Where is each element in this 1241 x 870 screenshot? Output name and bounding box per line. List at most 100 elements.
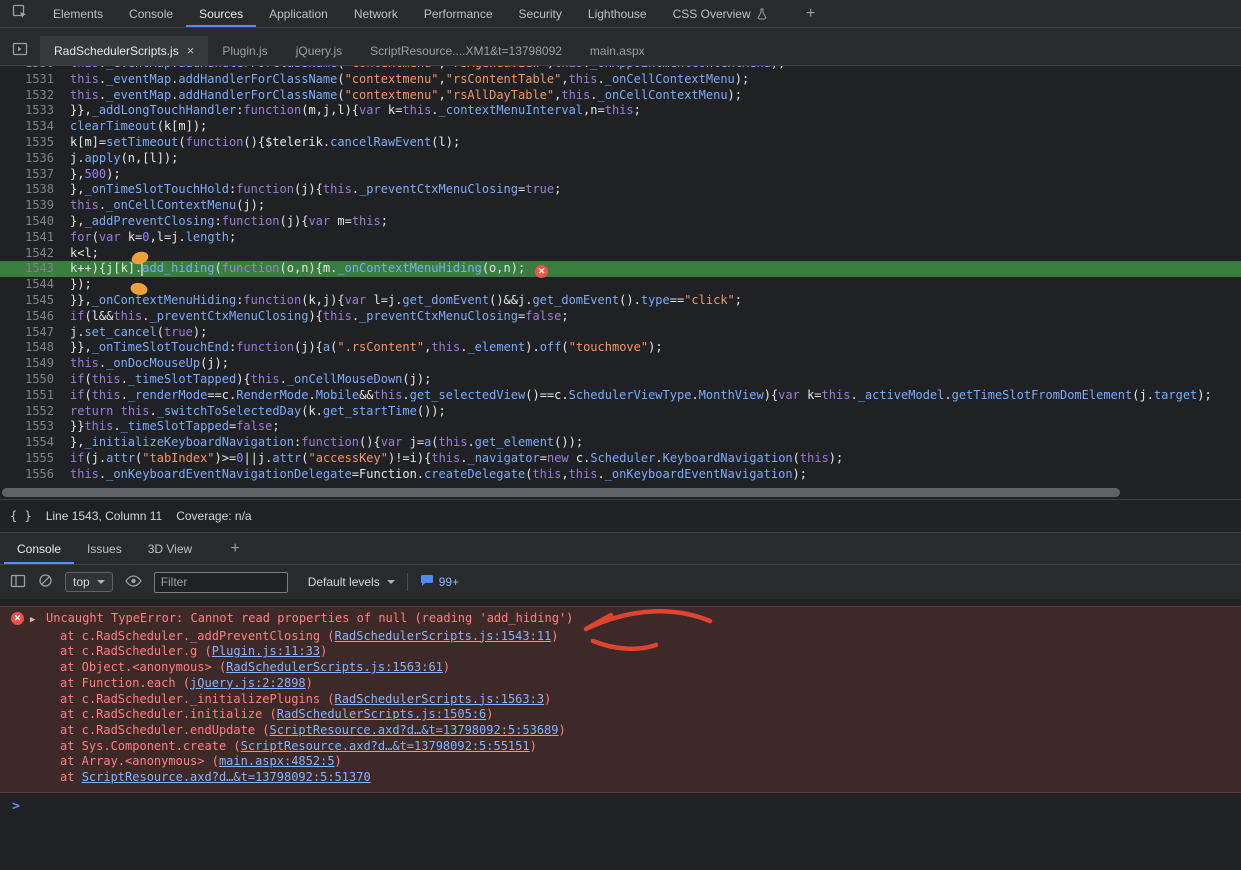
stack-frame-link[interactable]: RadSchedulerScripts.js:1563:3 — [335, 692, 545, 706]
line-number[interactable]: 1545 — [0, 293, 62, 309]
code-text: }},_addLongTouchHandler:function(m,j,l){… — [62, 103, 641, 119]
line-number[interactable]: 1556 — [0, 467, 62, 483]
context-selector-value: top — [73, 575, 90, 589]
stack-frame-link[interactable]: ScriptResource.axd?d…&t=13798092:5:51370 — [82, 770, 371, 784]
main-tab-performance[interactable]: Performance — [411, 0, 506, 27]
line-number[interactable]: 1534 — [0, 119, 62, 135]
line-error-icon: ✕ — [535, 265, 548, 278]
main-tab-network[interactable]: Network — [341, 0, 411, 27]
code-line: 1551if(this._renderMode==c.RenderMode.Mo… — [0, 388, 1241, 404]
line-number[interactable]: 1551 — [0, 388, 62, 404]
devtools-window: ElementsConsoleSourcesApplicationNetwork… — [0, 0, 1241, 870]
code-editor[interactable]: 1530this._eventMap.addHandlerForClassNam… — [0, 66, 1241, 499]
console-drawer-tabs: Console Issues 3D View + — [0, 532, 1241, 564]
line-number[interactable]: 1536 — [0, 151, 62, 167]
main-tab-lighthouse[interactable]: Lighthouse — [575, 0, 660, 27]
file-tab-scriptresource-xm1-t-13798092[interactable]: ScriptResource....XM1&t=13798092 — [356, 36, 576, 65]
flask-icon — [756, 8, 768, 20]
stack-frame-link[interactable]: ScriptResource.axd?d…&t=13798092:5:53689 — [270, 723, 559, 737]
code-line: 1547j.set_cancel(true); — [0, 325, 1241, 341]
line-number[interactable]: 1541 — [0, 230, 62, 246]
line-number[interactable]: 1539 — [0, 198, 62, 214]
code-line: 1533}},_addLongTouchHandler:function(m,j… — [0, 103, 1241, 119]
code-text: for(var k=0,l=j.length; — [62, 230, 236, 246]
file-tab-plugin-js[interactable]: Plugin.js — [208, 36, 281, 65]
main-tab-label: Lighthouse — [588, 7, 647, 21]
code-text: }},_onTimeSlotTouchEnd:function(j){a(".r… — [62, 340, 663, 356]
line-number[interactable]: 1553 — [0, 419, 62, 435]
console-tab-3d-view[interactable]: 3D View — [135, 533, 205, 564]
main-tab-css-overview[interactable]: CSS Overview — [660, 0, 781, 27]
main-tab-application[interactable]: Application — [256, 0, 341, 27]
main-tab-strip: ElementsConsoleSources Application Network… — [40, 0, 781, 27]
line-number[interactable]: 1538 — [0, 182, 62, 198]
main-tab-elements[interactable]: Elements — [40, 0, 116, 27]
file-tab-radschedulerscripts-js[interactable]: RadSchedulerScripts.js× — [40, 36, 208, 65]
filter-input[interactable] — [154, 572, 288, 593]
live-expression-button[interactable] — [125, 575, 142, 590]
add-drawer-tab-button[interactable]: + — [219, 533, 251, 564]
stack-frame-link[interactable]: RadSchedulerScripts.js:1543:11 — [335, 629, 552, 643]
main-tab-sources[interactable]: Sources — [186, 0, 256, 27]
line-number[interactable]: 1550 — [0, 372, 62, 388]
code-text: k<l; — [62, 246, 99, 262]
code-text: if(l&&this._preventCtxMenuClosing){this.… — [62, 309, 569, 325]
code-text: if(this._renderMode==c.RenderMode.Mobile… — [62, 388, 1212, 404]
code-line: 1541for(var k=0,l=j.length; — [0, 230, 1241, 246]
line-number[interactable]: 1535 — [0, 135, 62, 151]
file-tab-main-aspx[interactable]: main.aspx — [576, 36, 659, 65]
prompt-chevron-icon: > — [12, 799, 20, 815]
stack-frame-link[interactable]: jQuery.js:2:2898 — [190, 676, 306, 690]
horizontal-scrollbar[interactable] — [0, 488, 1241, 497]
navigator-toggle-button[interactable] — [0, 35, 40, 65]
context-selector[interactable]: top — [65, 572, 113, 592]
console-tab-label: Issues — [87, 542, 122, 556]
line-number[interactable]: 1532 — [0, 88, 62, 104]
console-sidebar-button[interactable] — [10, 573, 26, 592]
console-tab-issues[interactable]: Issues — [74, 533, 135, 564]
stack-frame-link[interactable]: Plugin.js:11:33 — [212, 644, 320, 658]
main-tab-security[interactable]: Security — [506, 0, 575, 27]
main-tab-label: Application — [269, 7, 328, 21]
console-tab-label: Console — [17, 542, 61, 556]
more-panels-button[interactable]: + — [795, 0, 827, 27]
code-text: },500); — [62, 167, 121, 183]
code-line: 1531this._eventMap.addHandlerForClassNam… — [0, 72, 1241, 88]
console-tab-console[interactable]: Console — [4, 533, 74, 564]
console-prompt[interactable]: > — [0, 793, 1241, 815]
toolbar-separator — [407, 573, 408, 591]
line-number[interactable]: 1549 — [0, 356, 62, 372]
line-number[interactable]: 1546 — [0, 309, 62, 325]
chevron-down-icon — [387, 580, 395, 584]
line-number[interactable]: 1555 — [0, 451, 62, 467]
code-text: }); — [62, 277, 92, 293]
line-number[interactable]: 1542 — [0, 246, 62, 262]
expand-triangle-icon[interactable]: ▶ — [30, 613, 40, 629]
line-number[interactable]: 1543 — [0, 261, 62, 277]
inspect-element-button[interactable] — [0, 0, 40, 27]
console-message-count[interactable]: 99+ — [420, 574, 459, 590]
line-number[interactable]: 1548 — [0, 340, 62, 356]
file-tab-jquery-js[interactable]: jQuery.js — [282, 36, 356, 65]
line-number[interactable]: 1547 — [0, 325, 62, 341]
pretty-print-button[interactable]: { } — [10, 509, 32, 523]
stack-frame: at ScriptResource.axd?d…&t=13798092:5:51… — [0, 770, 1241, 786]
line-number[interactable]: 1533 — [0, 103, 62, 119]
line-number[interactable]: 1552 — [0, 404, 62, 420]
line-number[interactable]: 1540 — [0, 214, 62, 230]
log-levels-dropdown[interactable]: Default levels — [308, 575, 395, 589]
code-line: 1537},500); — [0, 167, 1241, 183]
close-icon[interactable]: × — [187, 44, 195, 57]
clear-console-button[interactable] — [38, 573, 53, 591]
stack-frame-link[interactable]: ScriptResource.axd?d…&t=13798092:5:55151 — [241, 739, 530, 753]
line-number[interactable]: 1537 — [0, 167, 62, 183]
line-number[interactable]: 1531 — [0, 72, 62, 88]
scrollbar-thumb[interactable] — [2, 488, 1120, 497]
console-toolbar: top Default levels 99+ — [0, 564, 1241, 599]
line-number[interactable]: 1554 — [0, 435, 62, 451]
stack-frame-link[interactable]: RadSchedulerScripts.js:1563:61 — [226, 660, 443, 674]
stack-frame-link[interactable]: RadSchedulerScripts.js:1505:6 — [277, 707, 487, 721]
stack-frame-link[interactable]: main.aspx:4852:5 — [219, 754, 335, 768]
line-number[interactable]: 1544 — [0, 277, 62, 293]
main-tab-console[interactable]: Console — [116, 0, 186, 27]
